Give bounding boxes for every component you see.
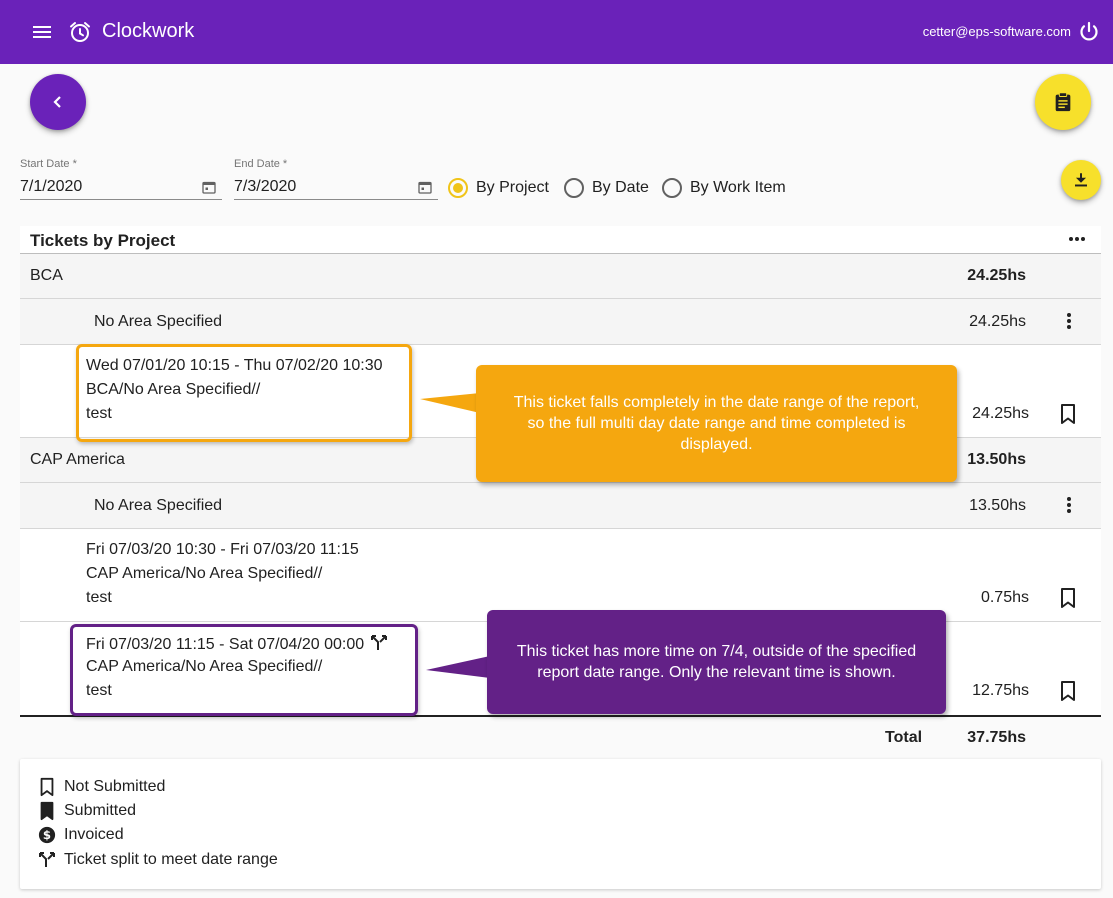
ticket-path: CAP America/No Area Specified//: [86, 658, 323, 675]
legend-label: Submitted: [64, 802, 137, 819]
radio-label: By Project: [476, 179, 549, 196]
legend-submitted: Submitted: [38, 801, 136, 821]
dollar-circle-icon: $: [38, 826, 56, 844]
app-bar: Clockwork cetter@eps-software.com: [0, 0, 1113, 64]
menu-icon[interactable]: [30, 20, 54, 44]
area-row: No Area Specified 24.25hs: [20, 299, 1101, 345]
ticket-path: BCA/No Area Specified//: [86, 381, 261, 398]
project-row: BCA 24.25hs: [20, 254, 1101, 299]
ticket-description: test: [86, 589, 112, 606]
ticket-path: CAP America/No Area Specified//: [86, 565, 323, 582]
radio-by-work-item[interactable]: By Work Item: [662, 178, 786, 198]
download-icon: [1075, 173, 1087, 187]
end-date-label: End Date *: [234, 158, 288, 170]
alarm-icon: [70, 22, 90, 42]
area-hours: 24.25hs: [969, 313, 1026, 330]
bookmark-filled-icon: [40, 801, 54, 821]
total-value: 37.75hs: [967, 729, 1026, 746]
radio-label: By Work Item: [690, 179, 786, 196]
end-date-input[interactable]: [234, 177, 384, 196]
ticket-description: test: [86, 405, 112, 422]
total-row: Total 37.75hs: [20, 715, 1101, 761]
project-hours: 24.25hs: [967, 267, 1026, 284]
ticket-range: Fri 07/03/20 11:15 - Sat 07/04/20 00:00: [86, 636, 365, 653]
bookmark-outline-icon[interactable]: [1059, 680, 1077, 702]
report-button[interactable]: [1035, 74, 1091, 130]
project-name: CAP America: [30, 451, 125, 468]
app-title: Clockwork: [102, 20, 195, 42]
legend-split: Ticket split to meet date range: [38, 850, 278, 870]
ticket-hours: 12.75hs: [972, 682, 1029, 699]
project-hours: 13.50hs: [967, 451, 1026, 468]
legend-not-submitted: Not Submitted: [38, 777, 165, 797]
radio-by-date[interactable]: By Date: [564, 178, 649, 198]
start-date-input[interactable]: [20, 177, 170, 196]
callout-text: This ticket falls completely in the date…: [513, 394, 920, 453]
area-hours: 13.50hs: [969, 497, 1026, 514]
radio-circle: [564, 178, 584, 198]
radio-by-project[interactable]: By Project: [448, 178, 549, 198]
more-vertical-icon[interactable]: [1059, 311, 1079, 331]
split-icon: [39, 852, 55, 867]
ticket-range-container: Fri 07/03/20 11:15 - Sat 07/04/20 00:00: [86, 634, 388, 654]
legend-label: Not Submitted: [64, 778, 166, 795]
more-horizontal-icon[interactable]: [1067, 231, 1087, 247]
callout-orange: This ticket falls completely in the date…: [476, 365, 957, 482]
report-header: Tickets by Project: [20, 226, 1101, 254]
radio-label: By Date: [592, 179, 649, 196]
start-date-label: Start Date *: [20, 158, 77, 170]
ticket-description: test: [86, 682, 112, 699]
radio-circle: [662, 178, 682, 198]
radio-circle: [448, 178, 468, 198]
ticket-hours: 0.75hs: [980, 589, 1029, 606]
callout-tail-orange: [420, 393, 480, 413]
download-button[interactable]: [1061, 160, 1101, 200]
area-name: No Area Specified: [94, 497, 223, 514]
ticket-hours: 24.25hs: [972, 405, 1029, 422]
area-name: No Area Specified: [94, 313, 223, 330]
power-icon[interactable]: [1077, 20, 1101, 44]
legend: Not Submitted Submitted $ Invoiced Ticke…: [20, 759, 1101, 889]
chevron-left-icon: [53, 96, 61, 108]
ticket-row[interactable]: Fri 07/03/20 10:30 - Fri 07/03/20 11:15 …: [20, 529, 1101, 622]
callout-text: This ticket has more time on 7/4, outsid…: [516, 643, 917, 681]
bookmark-outline-icon: [40, 777, 54, 797]
split-icon: [371, 635, 388, 650]
ticket-range: Fri 07/03/20 10:30 - Fri 07/03/20 11:15: [86, 541, 359, 558]
total-label: Total: [885, 729, 923, 746]
ticket-range: Wed 07/01/20 10:15 - Thu 07/02/20 10:30: [86, 357, 383, 374]
legend-label: Ticket split to meet date range: [64, 851, 278, 868]
svg-text:$: $: [43, 828, 51, 842]
end-date-field: End Date *: [234, 158, 438, 200]
clipboard-icon: [1055, 92, 1071, 112]
legend-invoiced: $ Invoiced: [38, 825, 124, 845]
callout-purple: This ticket has more time on 7/4, outsid…: [487, 610, 946, 714]
bookmark-outline-icon[interactable]: [1059, 403, 1077, 425]
project-name: BCA: [30, 267, 63, 284]
calendar-icon[interactable]: [202, 180, 216, 194]
calendar-icon[interactable]: [418, 180, 432, 194]
start-date-field: Start Date *: [20, 158, 222, 200]
bookmark-outline-icon[interactable]: [1059, 587, 1077, 609]
legend-label: Invoiced: [64, 826, 124, 843]
area-row: No Area Specified 13.50hs: [20, 483, 1101, 529]
report-title: Tickets by Project: [30, 231, 176, 250]
callout-tail-purple: [426, 656, 490, 678]
back-button[interactable]: [30, 74, 86, 130]
user-email: cetter@eps-software.com: [922, 24, 1071, 39]
more-vertical-icon[interactable]: [1059, 495, 1079, 515]
